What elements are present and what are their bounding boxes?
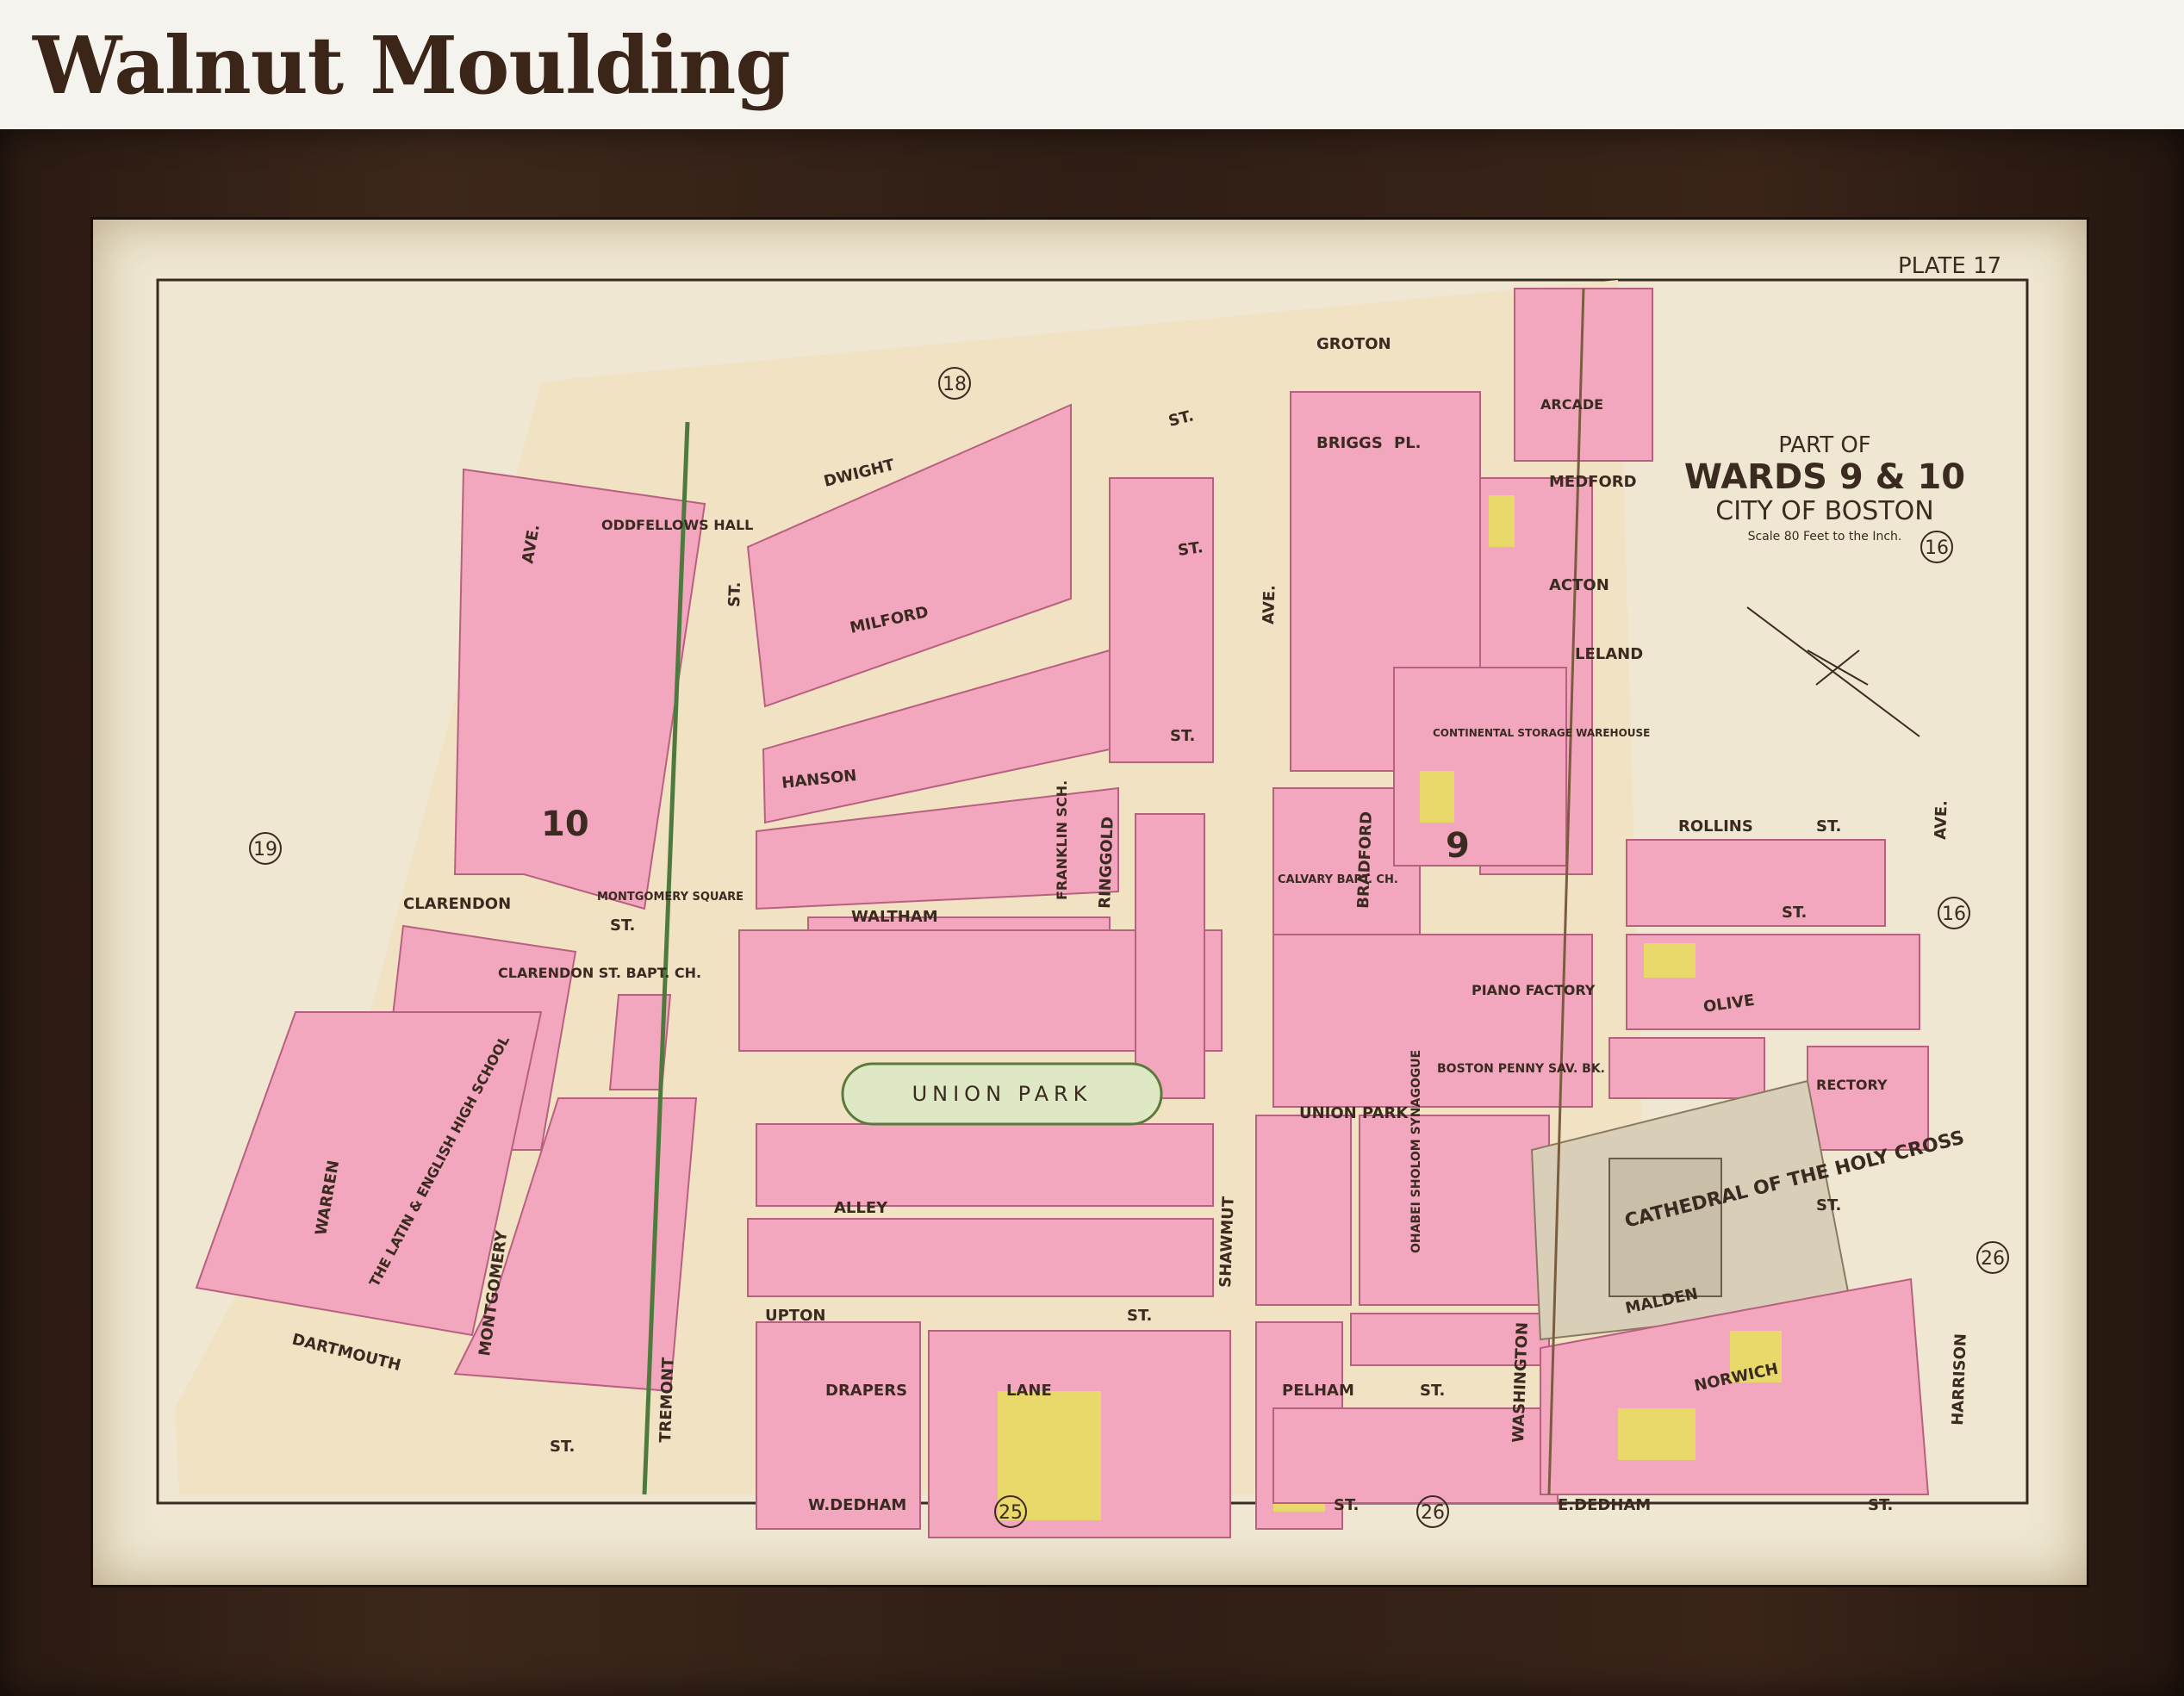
landmark-label: ODDFELLOWS HALL xyxy=(601,517,753,533)
street-label: SHAWMUT xyxy=(1216,1196,1238,1288)
street-label: ST. xyxy=(1127,1307,1152,1325)
street-label: ST. xyxy=(725,581,744,607)
svg-text:CITY OF BOSTON: CITY OF BOSTON xyxy=(1715,496,1933,526)
street-label: RINGGOLD xyxy=(1096,817,1117,910)
street-label: WALTHAM xyxy=(851,908,938,926)
street-label: ST. xyxy=(1782,904,1807,922)
block-piano-factory xyxy=(1272,934,1593,1108)
block-synagogue xyxy=(1359,1115,1550,1306)
svg-text:WARDS 9 & 10: WARDS 9 & 10 xyxy=(1684,457,1965,497)
page-title: Walnut Moulding xyxy=(33,19,791,112)
landmark-label: FRANKLIN SCH. xyxy=(1054,780,1070,900)
street-label: ST. xyxy=(1177,538,1204,560)
street-label: LANE xyxy=(1006,1382,1052,1400)
ward-number: 25 xyxy=(999,1502,1023,1524)
street-label: DRAPERS xyxy=(825,1382,907,1400)
street-label: ST. xyxy=(1170,727,1195,745)
ward-number: 16 xyxy=(1925,537,1949,559)
svg-text:PART OF: PART OF xyxy=(1778,432,1871,458)
landmark-label: CONTINENTAL STORAGE WAREHOUSE xyxy=(1433,727,1650,739)
landmark-label: MONTGOMERY SQUARE xyxy=(597,891,744,904)
landmark-label: CALVARY BAPT. CH. xyxy=(1278,873,1398,886)
street-label: ALLEY xyxy=(834,1199,888,1217)
landmark-label: BOSTON PENNY SAV. BK. xyxy=(1437,1062,1605,1076)
compass-rose-icon xyxy=(1746,606,1920,737)
street-label: ST. xyxy=(1868,1496,1893,1514)
ward-big-number: 9 xyxy=(1446,826,1470,866)
street-label: ACTON xyxy=(1549,576,1609,594)
ward-number: 16 xyxy=(1942,904,1966,925)
street-label: AVE. xyxy=(1260,585,1279,624)
ward-number: 18 xyxy=(943,374,967,395)
svg-text:Scale 80 Feet to the Inch.: Scale 80 Feet to the Inch. xyxy=(1748,530,1902,544)
landmark-label: OHABEI SHOLOM SYNAGOGUE xyxy=(1409,1050,1423,1253)
street-label: PELHAM xyxy=(1282,1382,1354,1400)
street-label: CLARENDON xyxy=(403,895,511,913)
landmark-label: CLARENDON ST. BAPT. CH. xyxy=(498,965,701,981)
block-rectory xyxy=(1807,1046,1929,1151)
street-label: ST. xyxy=(550,1438,575,1456)
block-continental xyxy=(1393,667,1567,867)
ward-big-number: 10 xyxy=(541,805,589,844)
union-park-label: UNION PARK xyxy=(912,1082,1092,1106)
street-label: W.DEDHAM xyxy=(808,1496,906,1514)
map-title-block: PART OF WARDS 9 & 10 CITY OF BOSTON Scal… xyxy=(1684,432,1965,544)
street-label: LELAND xyxy=(1575,645,1643,663)
street-label: E.DEDHAM xyxy=(1558,1496,1651,1514)
ward-number: 26 xyxy=(1421,1502,1445,1524)
street-label: MEDFORD xyxy=(1549,473,1637,491)
street-label: UNION PARK xyxy=(1299,1104,1409,1122)
street-label: ST. xyxy=(610,916,635,935)
street-label: ST. xyxy=(1816,1196,1841,1215)
street-label: TREMONT xyxy=(656,1357,677,1443)
landmark-label: ARCADE xyxy=(1540,396,1603,413)
header: Walnut Moulding xyxy=(0,0,2184,129)
street-label: UPTON xyxy=(765,1307,825,1325)
plate-number: PLATE 17 xyxy=(1898,253,2001,279)
street-label: ST. xyxy=(1816,817,1841,836)
street-label: BRADFORD xyxy=(1354,811,1376,910)
boston-map: PLATE 17 UNION PARK PART OF WARDS 9 & 10… xyxy=(156,253,2029,1538)
landmark-label: RECTORY xyxy=(1816,1077,1888,1093)
street-label: ST. xyxy=(1420,1382,1445,1400)
street-label: BRIGGS xyxy=(1316,434,1383,452)
ward-number: 19 xyxy=(253,839,277,860)
street-label: AVE. xyxy=(1932,800,1951,840)
landmark-label: PIANO FACTORY xyxy=(1472,982,1596,998)
street-label: PL. xyxy=(1394,434,1422,452)
ward-number: 26 xyxy=(1981,1248,2005,1270)
street-label: ST. xyxy=(1334,1496,1359,1514)
street-label: ROLLINS xyxy=(1678,817,1753,836)
street-label: HARRISON xyxy=(1949,1333,1970,1426)
street-label: GROTON xyxy=(1316,335,1391,353)
